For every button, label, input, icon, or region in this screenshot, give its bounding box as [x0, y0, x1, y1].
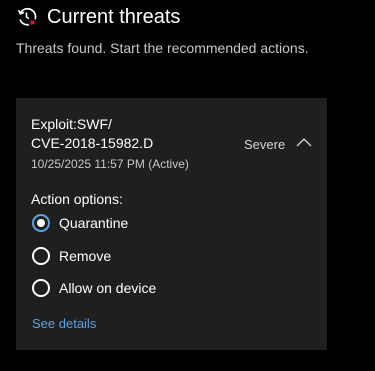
radio-label-allow-on-device: Allow on device: [59, 280, 157, 296]
threat-name-line-2: CVE-2018-15982.D: [31, 135, 154, 151]
action-options-label: Action options:: [31, 191, 123, 207]
threat-card: Exploit:SWF/ CVE-2018-15982.D 10/25/2025…: [16, 98, 327, 350]
page-title: Current threats: [47, 6, 181, 28]
radio-button[interactable]: [32, 247, 50, 265]
radio-remove[interactable]: Remove: [32, 245, 111, 267]
page-header: Current threats: [16, 5, 180, 29]
see-details-link[interactable]: See details: [32, 316, 96, 332]
radio-button-selected[interactable]: [32, 214, 50, 232]
history-threat-icon: [16, 6, 38, 28]
threat-name: Exploit:SWF/ CVE-2018-15982.D: [31, 115, 153, 153]
threat-date: 10/25/2025 11:57 PM (Active): [31, 157, 189, 171]
radio-allow-on-device[interactable]: Allow on device: [32, 277, 156, 299]
radio-label-remove: Remove: [59, 248, 112, 264]
page-subtitle: Threats found. Start the recommended act…: [16, 40, 309, 56]
threat-name-line-1: Exploit:SWF/: [31, 116, 112, 132]
radio-button[interactable]: [32, 279, 50, 297]
radio-label-quarantine: Quarantine: [59, 215, 129, 231]
severity-label: Severe: [244, 137, 286, 152]
chevron-up-icon[interactable]: [296, 136, 312, 148]
radio-quarantine[interactable]: Quarantine: [32, 212, 128, 234]
